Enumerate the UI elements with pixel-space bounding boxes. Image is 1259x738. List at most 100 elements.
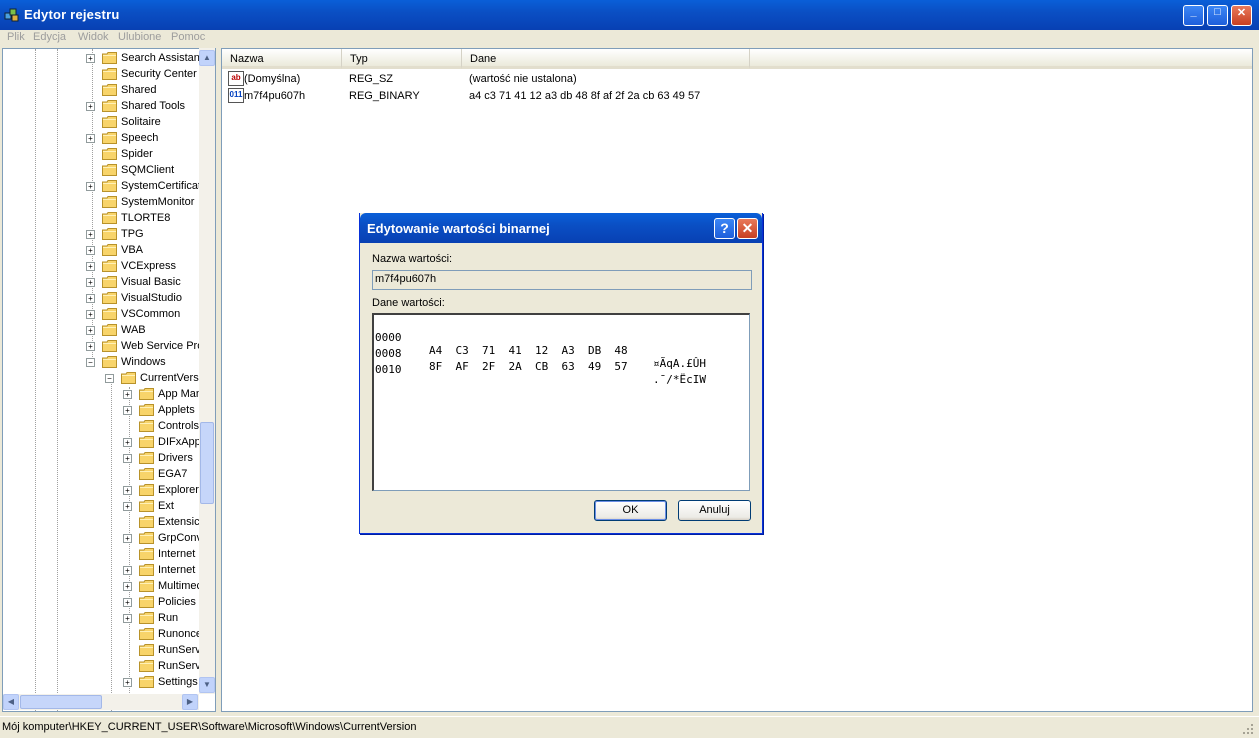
registry-tree[interactable]: + Search Assistan Security Center Shared + Sh…: [2, 48, 216, 712]
tree-item[interactable]: SQMClient: [3, 162, 203, 178]
tree-item[interactable]: + Internet: [3, 562, 203, 578]
value-name-field: m7f4pu607h: [372, 270, 752, 290]
tree-item[interactable]: + Ext: [3, 498, 203, 514]
close-button[interactable]: ✕: [1231, 5, 1252, 26]
tree-item[interactable]: Spider: [3, 146, 203, 162]
expand-icon[interactable]: +: [123, 678, 132, 687]
list-item[interactable]: 011 m7f4pu607h REG_BINARY a4 c3 71 41 12…: [226, 88, 926, 105]
tree-item[interactable]: Internet: [3, 546, 203, 562]
tree-item[interactable]: Extensic: [3, 514, 203, 530]
tree-item[interactable]: + Run: [3, 610, 203, 626]
tree-item[interactable]: − Windows: [3, 354, 203, 370]
column-header-data[interactable]: Dane: [462, 49, 750, 69]
value-type: REG_SZ: [349, 73, 394, 85]
tree-item[interactable]: EGA7: [3, 466, 203, 482]
resize-grip-icon[interactable]: [1242, 723, 1254, 735]
expand-icon[interactable]: +: [86, 294, 95, 303]
expand-icon[interactable]: +: [86, 262, 95, 271]
expand-icon[interactable]: +: [123, 598, 132, 607]
expand-icon[interactable]: +: [86, 134, 95, 143]
maximize-button[interactable]: □: [1207, 5, 1228, 26]
expand-icon[interactable]: +: [86, 342, 95, 351]
tree-item[interactable]: + Shared Tools: [3, 98, 203, 114]
menu-file[interactable]: Plik: [7, 31, 25, 43]
scroll-thumb[interactable]: [200, 422, 214, 504]
menu-edit[interactable]: Edycja: [33, 31, 66, 43]
expand-icon[interactable]: +: [86, 246, 95, 255]
tree-item[interactable]: + SystemCertificat: [3, 178, 203, 194]
tree-item[interactable]: − CurrentVers: [3, 370, 203, 386]
tree-item[interactable]: Controls: [3, 418, 203, 434]
cancel-button[interactable]: Anuluj: [678, 500, 751, 521]
expand-icon[interactable]: +: [86, 310, 95, 319]
tree-item[interactable]: + VisualStudio: [3, 290, 203, 306]
column-header-name[interactable]: Nazwa: [222, 49, 342, 69]
tree-item[interactable]: + Drivers: [3, 450, 203, 466]
tree-item[interactable]: + DIFxApp: [3, 434, 203, 450]
tree-item[interactable]: + VSCommon: [3, 306, 203, 322]
ok-button[interactable]: OK: [594, 500, 667, 521]
tree-item-label: Run: [158, 612, 179, 624]
hex-editor[interactable]: 0000 A4 C3 71 41 12 A3 DB 48 ¤ÃqA.£ÛH 00…: [372, 313, 750, 491]
scroll-left-icon[interactable]: ◀: [3, 694, 19, 710]
tree-item[interactable]: + WAB: [3, 322, 203, 338]
tree-item[interactable]: + Applets: [3, 402, 203, 418]
expand-icon[interactable]: +: [86, 326, 95, 335]
tree-item[interactable]: + Settings: [3, 674, 203, 690]
expand-icon[interactable]: +: [86, 230, 95, 239]
expand-icon[interactable]: +: [123, 614, 132, 623]
list-item[interactable]: ab (Domyślna) REG_SZ (wartość nie ustalo…: [226, 71, 926, 88]
minimize-button[interactable]: _: [1183, 5, 1204, 26]
tree-item[interactable]: + TPG: [3, 226, 203, 242]
dialog-close-button[interactable]: ✕: [737, 218, 758, 239]
tree-item[interactable]: + Multimec: [3, 578, 203, 594]
tree-item[interactable]: + App Man: [3, 386, 203, 402]
tree-item[interactable]: RunServ: [3, 658, 203, 674]
expand-icon[interactable]: +: [123, 486, 132, 495]
tree-item[interactable]: Shared: [3, 82, 203, 98]
tree-item[interactable]: TLORTE8: [3, 210, 203, 226]
collapse-icon[interactable]: −: [86, 358, 95, 367]
tree-item[interactable]: + Explorer: [3, 482, 203, 498]
tree-item[interactable]: + Visual Basic: [3, 274, 203, 290]
tree-item[interactable]: RunServ: [3, 642, 203, 658]
expand-icon[interactable]: +: [123, 534, 132, 543]
expand-icon[interactable]: +: [123, 566, 132, 575]
tree-item[interactable]: + Speech: [3, 130, 203, 146]
tree-horizontal-scrollbar[interactable]: ◀ ▶: [3, 694, 199, 710]
tree-item[interactable]: + Web Service Pro: [3, 338, 203, 354]
tree-item[interactable]: SystemMonitor: [3, 194, 203, 210]
expand-icon[interactable]: +: [86, 102, 95, 111]
tree-item[interactable]: Security Center: [3, 66, 203, 82]
menu-help[interactable]: Pomoc: [171, 31, 205, 43]
menu-view[interactable]: Widok: [78, 31, 109, 43]
folder-icon: [139, 532, 154, 544]
minimize-icon: _: [1190, 6, 1197, 18]
expand-icon[interactable]: +: [123, 406, 132, 415]
scroll-down-icon[interactable]: ▼: [199, 677, 215, 693]
expand-icon[interactable]: +: [86, 54, 95, 63]
tree-item[interactable]: + Search Assistan: [3, 50, 203, 66]
expand-icon[interactable]: +: [123, 582, 132, 591]
expand-icon[interactable]: +: [123, 390, 132, 399]
tree-item-label: Shared: [121, 84, 157, 96]
expand-icon[interactable]: +: [86, 182, 95, 191]
scroll-right-icon[interactable]: ▶: [182, 694, 198, 710]
menu-favorites[interactable]: Ulubione: [118, 31, 161, 43]
tree-item[interactable]: + Policies: [3, 594, 203, 610]
expand-icon[interactable]: +: [123, 438, 132, 447]
expand-icon[interactable]: +: [123, 454, 132, 463]
help-button[interactable]: ?: [714, 218, 735, 239]
expand-icon[interactable]: +: [123, 502, 132, 511]
tree-item[interactable]: Runonce: [3, 626, 203, 642]
column-header-type[interactable]: Typ: [342, 49, 462, 69]
tree-item[interactable]: Solitaire: [3, 114, 203, 130]
tree-vertical-scrollbar[interactable]: ▲ ▼: [199, 48, 215, 694]
collapse-icon[interactable]: −: [105, 374, 114, 383]
hscroll-thumb[interactable]: [20, 695, 102, 709]
tree-item[interactable]: + GrpConv: [3, 530, 203, 546]
scroll-up-icon[interactable]: ▲: [199, 50, 215, 66]
expand-icon[interactable]: +: [86, 278, 95, 287]
tree-item[interactable]: + VCExpress: [3, 258, 203, 274]
tree-item[interactable]: + VBA: [3, 242, 203, 258]
